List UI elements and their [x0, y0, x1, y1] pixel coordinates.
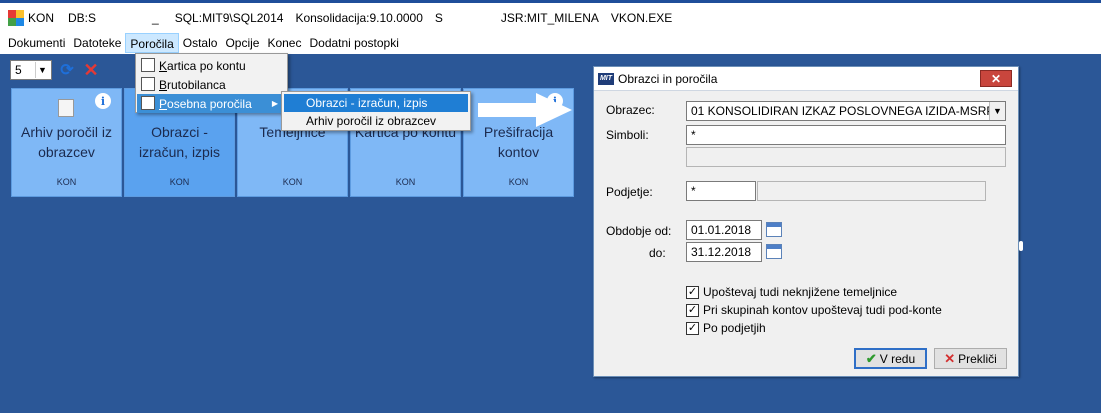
document-icon: [58, 99, 74, 117]
close-icon[interactable]: ✕: [980, 70, 1012, 87]
chevron-down-icon: ▼: [35, 62, 49, 78]
menu-bar: Dokumenti Datoteke Poročila Ostalo Opcij…: [0, 32, 1101, 54]
cancel-button[interactable]: ✕ Prekliči: [934, 348, 1007, 369]
window-titlebar: KON DB:S _ SQL:MIT9\SQL2014 Konsolidacij…: [0, 0, 1101, 32]
ok-button[interactable]: ✔ V redu: [854, 348, 927, 369]
menu-dodatni-postopki[interactable]: Dodatni postopki: [305, 33, 402, 53]
dialog-titlebar: MIT Obrazci in poročila ✕: [594, 67, 1018, 91]
scale-icon: [141, 77, 155, 91]
porocila-menu: Kartica po kontu Brutobilanca Posebna po…: [135, 53, 288, 113]
menu-opcije[interactable]: Opcije: [221, 33, 263, 53]
obrazec-value: 01 KONSOLIDIRAN IZKAZ POSLOVNEGA IZIDA-M…: [691, 104, 1006, 118]
obdobje-do-input[interactable]: 31.12.2018: [686, 242, 762, 262]
close-icon[interactable]: ✕: [82, 60, 100, 80]
tile-title: Prešifracija kontov: [483, 124, 554, 160]
card-icon: [141, 58, 155, 72]
obdobje-od-label: Obdobje od:: [606, 224, 672, 238]
tile-module: KON: [395, 177, 416, 187]
submenu-item-obrazci-izracun[interactable]: Obrazci - izračun, izpis: [284, 94, 468, 112]
podjetje-description: [757, 181, 986, 201]
checkbox-checked-icon[interactable]: ✓: [686, 321, 699, 335]
checkbox-checked-icon[interactable]: ✓: [686, 303, 699, 317]
checkmark-icon: ✔: [865, 350, 877, 366]
podjetje-label: Podjetje:: [606, 185, 653, 199]
jsr-label: JSR:MIT_MILENA: [500, 10, 599, 25]
menu-item-posebna-porocila[interactable]: Posebna poročila ▶: [137, 94, 286, 113]
obdobje-do-label: do:: [649, 246, 666, 260]
chevron-down-icon[interactable]: ▼: [989, 102, 1005, 120]
calendar-icon[interactable]: [766, 244, 782, 259]
obrazec-combo[interactable]: 01 KONSOLIDIRAN IZKAZ POSLOVNEGA IZIDA-M…: [686, 101, 1006, 121]
menu-konec[interactable]: Konec: [263, 33, 305, 53]
db-label: DB:S: [68, 10, 97, 25]
dialog-title: Obrazci in poročila: [618, 71, 718, 86]
tile-module: KON: [169, 177, 190, 187]
menu-ostalo[interactable]: Ostalo: [179, 33, 222, 53]
obrazec-label: Obrazec:: [606, 103, 655, 117]
menu-dokumenti[interactable]: Dokumenti: [4, 33, 69, 53]
app-name: KON: [28, 10, 55, 25]
checkbox-checked-icon[interactable]: ✓: [686, 285, 699, 299]
menu-datoteke[interactable]: Datoteke: [69, 33, 125, 53]
tile-title: Obrazci - izračun, izpis: [139, 124, 220, 160]
info-icon[interactable]: i: [95, 93, 111, 109]
checkbox-neknjizene[interactable]: ✓ Upoštevaj tudi neknjižene temeljnice: [686, 285, 897, 299]
checkbox-po-podjetjih[interactable]: ✓ Po podjetjih: [686, 321, 766, 335]
submenu-item-arhiv-porocil[interactable]: Arhiv poročil iz obrazcev: [284, 112, 468, 130]
podjetje-input[interactable]: *: [686, 181, 756, 201]
calendar-icon[interactable]: [766, 222, 782, 237]
menu-porocila[interactable]: Poročila: [125, 33, 179, 53]
posebna-porocila-submenu: Obrazci - izračun, izpis Arhiv poročil i…: [281, 91, 471, 131]
mit-logo-icon: MIT: [598, 72, 614, 85]
menu-item-brutobilanca[interactable]: Brutobilanca: [137, 75, 286, 94]
konsolidacija-label: Konsolidacija:9.10.0000: [295, 10, 423, 25]
tree-icon: [141, 96, 155, 110]
db-char: _: [152, 10, 159, 25]
checkbox-pod-konte[interactable]: ✓ Pri skupinah kontov upoštevaj tudi pod…: [686, 303, 942, 317]
splitter-handle[interactable]: [1019, 241, 1023, 251]
refresh-icon[interactable]: ⟳: [58, 61, 76, 79]
obdobje-od-input[interactable]: 01.01.2018: [686, 220, 762, 240]
simboli-input[interactable]: *: [686, 125, 1006, 145]
menu-item-kartica-po-kontu[interactable]: Kartica po kontu: [137, 56, 286, 75]
tile-title: Arhiv poročil iz obrazcev: [20, 124, 113, 160]
simboli-label: Simboli:: [606, 128, 649, 142]
sql-label: SQL:MIT9\SQL2014: [174, 10, 284, 25]
cancel-x-icon: ✕: [944, 350, 956, 366]
toolbar: 5 ▼ ⟳ ✕: [10, 60, 100, 80]
page-size-select[interactable]: 5 ▼: [10, 60, 52, 80]
tile-arhiv-porocil[interactable]: i Arhiv poročil iz obrazcev KON: [11, 88, 122, 197]
exe-label: VKON.EXE: [610, 10, 673, 25]
simboli-description: [686, 147, 1006, 167]
arrow-right-icon: [478, 93, 572, 127]
s-label: S: [434, 10, 443, 25]
page-size-value: 5: [15, 63, 22, 77]
tile-module: KON: [56, 177, 77, 187]
obrazci-dialog: MIT Obrazci in poročila ✕ Obrazec: 01 KO…: [593, 66, 1019, 377]
app-icon: [8, 9, 24, 26]
tile-module: KON: [282, 177, 303, 187]
chevron-right-icon: ▶: [271, 99, 278, 108]
tile-module: KON: [508, 177, 529, 187]
